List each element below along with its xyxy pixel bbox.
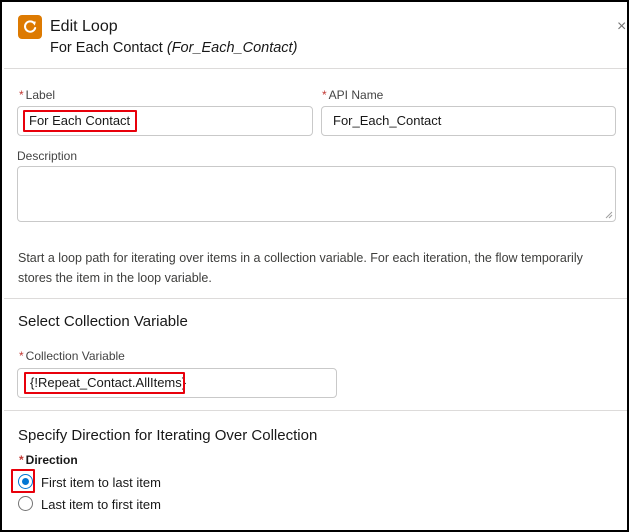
required-marker: * <box>322 88 327 102</box>
element-name: For Each Contact <box>50 40 163 56</box>
edit-loop-modal: Edit Loop For Each Contact (For_Each_Con… <box>0 0 629 532</box>
collection-variable-label: * Collection Variable <box>19 349 125 363</box>
resize-grip-icon[interactable] <box>605 211 613 219</box>
element-api-name: (For_Each_Contact) <box>166 40 298 56</box>
label-field-label: * Label <box>19 88 56 102</box>
api-name-field-label: * API Name <box>322 88 384 102</box>
loop-icon <box>18 15 42 39</box>
direction-section-title: Specify Direction for Iterating Over Col… <box>18 427 318 444</box>
required-marker: * <box>19 349 24 363</box>
api-name-input[interactable]: For_Each_Contact <box>321 106 616 136</box>
collection-variable-highlight <box>24 372 185 394</box>
close-icon[interactable]: × <box>617 18 627 36</box>
header-divider <box>4 68 627 69</box>
modal-header: Edit Loop For Each Contact (For_Each_Con… <box>4 4 627 68</box>
section-divider <box>4 298 627 299</box>
label-input-highlight <box>23 110 137 132</box>
section-divider <box>4 410 627 411</box>
required-marker: * <box>19 453 24 467</box>
modal-title: Edit Loop <box>50 18 118 35</box>
radio-last-to-first[interactable] <box>18 496 33 511</box>
help-text: Start a loop path for iterating over ite… <box>18 251 583 285</box>
radio-first-to-last-label[interactable]: First item to last item <box>41 475 161 491</box>
collection-section-title: Select Collection Variable <box>18 313 188 330</box>
required-marker: * <box>19 88 24 102</box>
modal-subtitle: For Each Contact (For_Each_Contact) <box>50 39 297 58</box>
radio-first-to-last-highlight <box>11 469 35 493</box>
direction-field-label: * Direction <box>19 453 78 467</box>
description-textarea[interactable] <box>17 166 616 222</box>
radio-last-to-first-label[interactable]: Last item to first item <box>41 497 161 513</box>
description-field-label: Description <box>17 149 78 163</box>
